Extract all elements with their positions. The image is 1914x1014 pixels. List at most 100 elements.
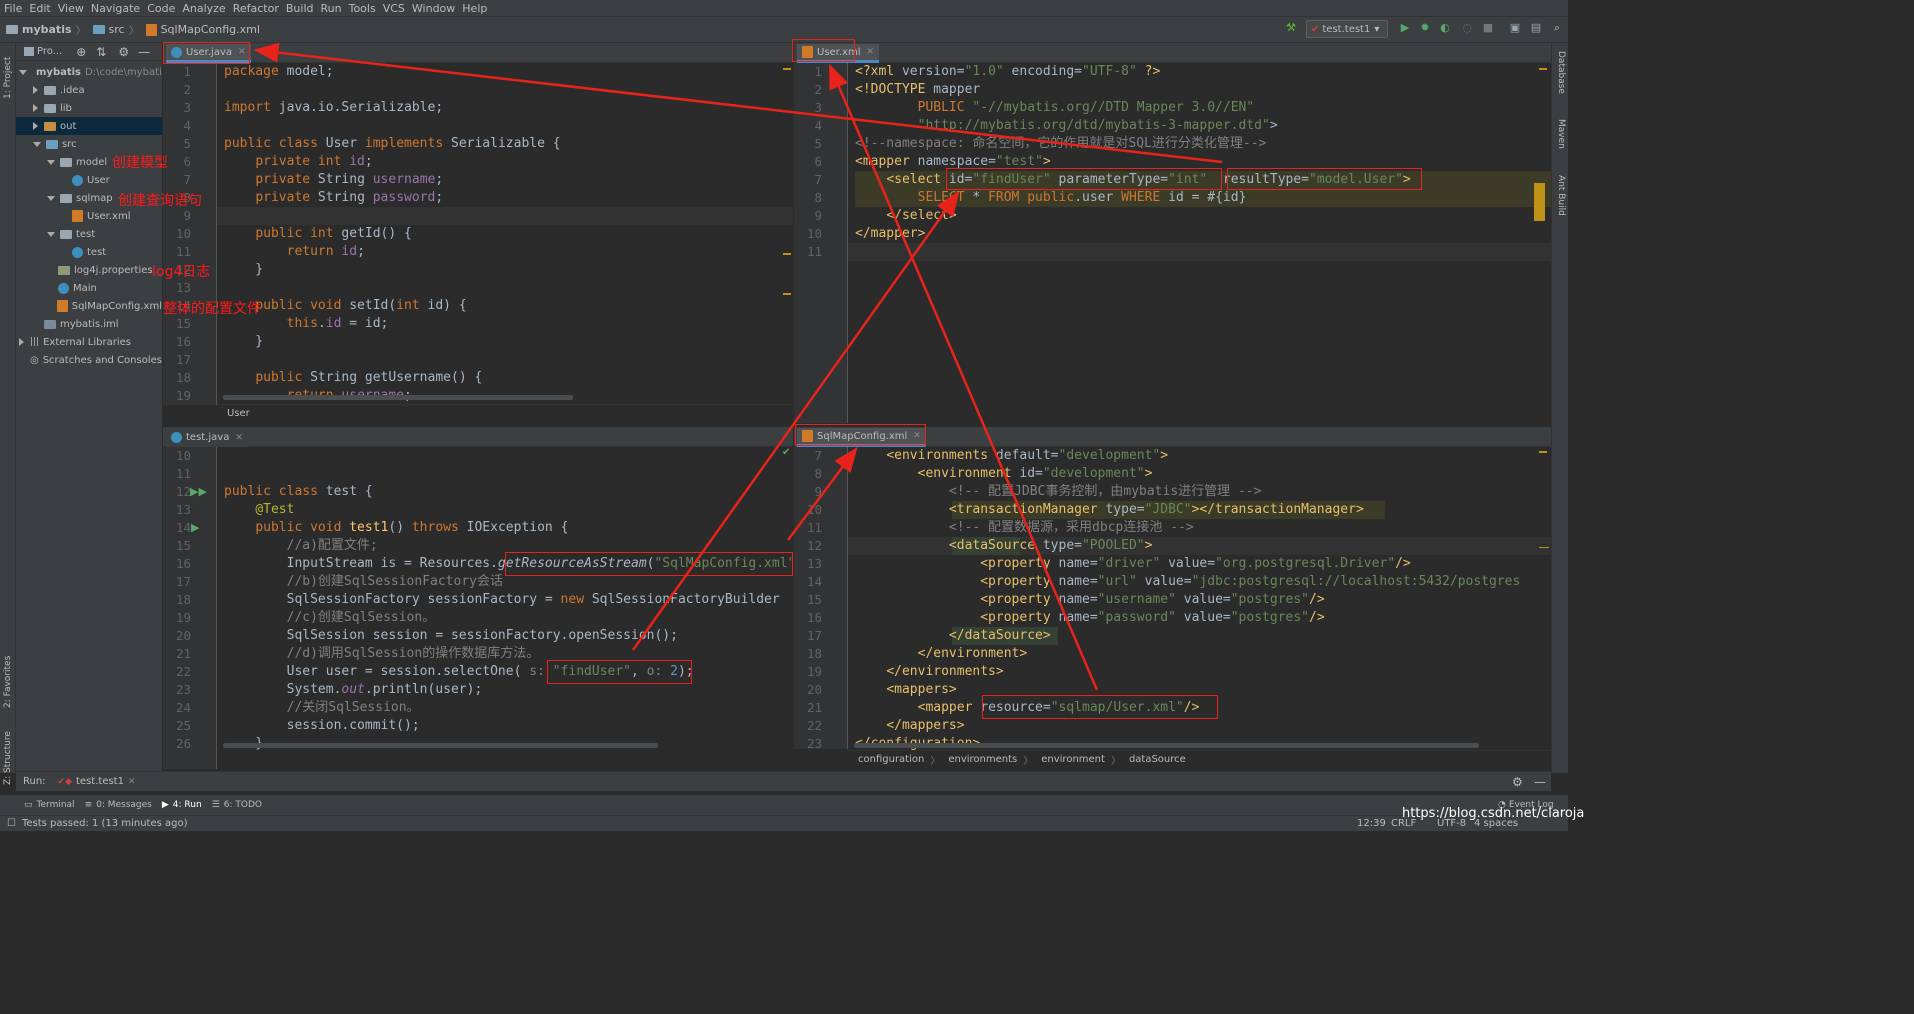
maven-tool-tab[interactable]: Maven (1556, 119, 1566, 149)
code-line[interactable]: System.out.println(user); (224, 681, 483, 699)
code-line[interactable]: "http://mybatis.org/dtd/mybatis-3-mapper… (855, 117, 1278, 135)
code-line[interactable]: public class test { (224, 483, 373, 501)
menu-run[interactable]: Run (321, 2, 342, 15)
run-config-dropdown[interactable]: ✔ test.test1 ▾ (1306, 20, 1388, 38)
code-line[interactable]: //b)创建SqlSessionFactory会话 (224, 573, 503, 591)
tool-tab-0-messages[interactable]: ≡ 0: Messages (85, 800, 152, 810)
coverage-icon[interactable]: ◐ (1437, 20, 1453, 36)
menu-view[interactable]: View (58, 2, 84, 15)
code-line[interactable]: User user = session.selectOne( s: "findU… (224, 663, 694, 681)
code-line[interactable]: @Test (224, 501, 294, 519)
close-icon[interactable]: ✕ (238, 47, 246, 57)
menu-help[interactable]: Help (462, 2, 487, 15)
code-line[interactable]: </mapper> (855, 225, 925, 243)
run-icon[interactable]: ▶ (1397, 20, 1413, 36)
editor-test-java[interactable]: test.java ✕ ▶▶ ▶ 10 11 12 public class test … (163, 427, 793, 769)
code-line[interactable]: </environments> (855, 663, 1003, 681)
menu-window[interactable]: Window (412, 2, 455, 15)
breadcrumb-folder[interactable]: src 〉 (92, 22, 140, 38)
menu-navigate[interactable]: Navigate (91, 2, 140, 15)
profile-icon[interactable]: ◌ (1459, 20, 1475, 36)
tab-sqlmapconfig-xml[interactable]: SqlMapConfig.xml ✕ (797, 428, 926, 447)
code-line[interactable]: public class User implements Serializabl… (224, 135, 561, 153)
code-line[interactable]: //c)创建SqlSession。 (224, 609, 436, 627)
favorites-tool-tab[interactable]: 2: Favorites (3, 648, 13, 708)
code-line[interactable]: <mapper namespace="test"> (855, 153, 1051, 171)
code-line[interactable]: </mappers> (855, 717, 964, 735)
code-line[interactable]: private int id; (224, 153, 372, 171)
structure-tool-tab[interactable]: Z: Structure (3, 725, 13, 785)
tree-item-out[interactable]: out (16, 117, 162, 135)
chevron-right-icon[interactable] (33, 86, 38, 94)
code-line[interactable]: private String username; (224, 171, 443, 189)
menu-file[interactable]: File (4, 2, 22, 15)
close-icon[interactable]: ✕ (235, 433, 243, 443)
code-line[interactable]: SqlSessionFactory sessionFactory = new S… (224, 591, 780, 609)
editor-user-xml[interactable]: User.xml ✕ 1 <?xml version="1.0" encoding=… (794, 43, 1551, 423)
project-tool-tab[interactable]: 1: Project (3, 49, 13, 99)
code-line[interactable]: //d)调用SqlSession的操作数据库方法。 (224, 645, 540, 663)
code-line[interactable]: private String password; (224, 189, 443, 207)
code-line[interactable]: </select> (855, 207, 956, 225)
tree-item-scratches-and-consoles[interactable]: ◎ Scratches and Consoles (16, 351, 162, 369)
tree-item-external-libraries[interactable]: ||| External Libraries (16, 333, 162, 351)
run-all-tests-icon[interactable]: ▶▶ (190, 485, 207, 498)
code-line[interactable]: public int getId() { (224, 225, 412, 243)
chevron-down-icon[interactable] (33, 141, 41, 147)
menu-refactor[interactable]: Refactor (233, 2, 279, 15)
menu-code[interactable]: Code (147, 2, 175, 15)
tree-item-mybatis[interactable]: mybatis D:\code\mybatis (16, 63, 162, 81)
chevron-down-icon[interactable] (19, 69, 27, 75)
tool-tab-6-todo[interactable]: ☰ 6: TODO (212, 800, 262, 810)
menu-analyze[interactable]: Analyze (182, 2, 225, 15)
code-line[interactable]: <!--namespace: 命名空间，它的作用就是对SQL进行分类化管理--> (855, 135, 1266, 153)
menu-vcs[interactable]: VCS (383, 2, 405, 15)
tab-user-xml[interactable]: User.xml ✕ (797, 44, 880, 63)
chevron-right-icon[interactable] (33, 104, 38, 112)
code-line[interactable]: <select id="findUser" parameterType="int… (855, 171, 1410, 189)
database-tool-tab[interactable]: Database (1556, 51, 1566, 94)
code-line[interactable]: <property name="password" value="postgre… (855, 609, 1324, 627)
close-icon[interactable]: ✕ (128, 777, 136, 787)
code-line[interactable]: public String getUsername() { (224, 369, 482, 387)
caret-position[interactable]: 12:39 (1357, 818, 1386, 829)
stop-icon[interactable]: ■ (1480, 20, 1496, 36)
code-line[interactable]: <mapper resource="sqlmap/User.xml"/> (855, 699, 1200, 717)
code-line[interactable]: session.commit(); (224, 717, 420, 735)
code-line[interactable]: <!-- 配置JDBC事务控制，由mybatis进行管理 --> (855, 483, 1262, 501)
code-line[interactable]: <!-- 配置数据源，采用dbcp连接池 --> (855, 519, 1194, 537)
code-line[interactable]: //a)配置文件; (224, 537, 378, 555)
code-line[interactable]: SELECT * FROM public.user WHERE id = #{i… (855, 189, 1247, 207)
tree-item-sqlmapconfig-xml[interactable]: SqlMapConfig.xml (16, 297, 162, 315)
code-line[interactable]: <!DOCTYPE mapper (855, 81, 980, 99)
horizontal-scrollbar[interactable] (223, 395, 573, 400)
code-line[interactable]: <environment id="development"> (855, 465, 1153, 483)
chevron-right-icon[interactable] (19, 338, 24, 346)
menu-tools[interactable]: Tools (349, 2, 376, 15)
code-line[interactable]: <environments default="development"> (855, 447, 1168, 465)
code-line[interactable]: <?xml version="1.0" encoding="UTF-8" ?> (855, 63, 1160, 81)
code-line[interactable]: } (224, 333, 263, 351)
code-line[interactable]: //关闭SqlSession。 (224, 699, 420, 717)
tool-tab-terminal[interactable]: ▭ Terminal (24, 800, 75, 810)
code-line[interactable]: <transactionManager type="JDBC"></transa… (855, 501, 1364, 519)
code-line[interactable]: <dataSource type="POOLED"> (855, 537, 1153, 555)
search-icon[interactable]: ⌕ (1549, 20, 1565, 36)
project-structure-icon[interactable]: ▣ (1507, 20, 1523, 36)
tree-item-log4j-properties[interactable]: log4j.properties (16, 261, 162, 279)
breadcrumb-file[interactable]: SqlMapConfig.xml (145, 23, 260, 36)
locate-icon[interactable]: ⊕ (76, 45, 86, 59)
code-line[interactable]: </environment> (855, 645, 1028, 663)
ant-build-tool-tab[interactable]: Ant Build (1556, 175, 1566, 216)
project-view-selector[interactable]: Pro... (37, 46, 62, 57)
breadcrumb-item[interactable]: configuration (858, 754, 924, 765)
close-icon[interactable]: ✕ (913, 431, 921, 441)
code-line[interactable]: <property name="url" value="jdbc:postgre… (855, 573, 1520, 591)
code-line[interactable]: SqlSession session = sessionFactory.open… (224, 627, 678, 645)
chevron-down-icon[interactable] (47, 195, 55, 201)
tree-item-lib[interactable]: lib (16, 99, 162, 117)
sdk-icon[interactable]: ▤ (1528, 20, 1544, 36)
gear-icon[interactable]: ⚙ (1512, 775, 1523, 789)
build-hammer-icon[interactable]: ⚒ (1283, 20, 1299, 36)
run-test-icon[interactable]: ▶ (191, 521, 199, 534)
